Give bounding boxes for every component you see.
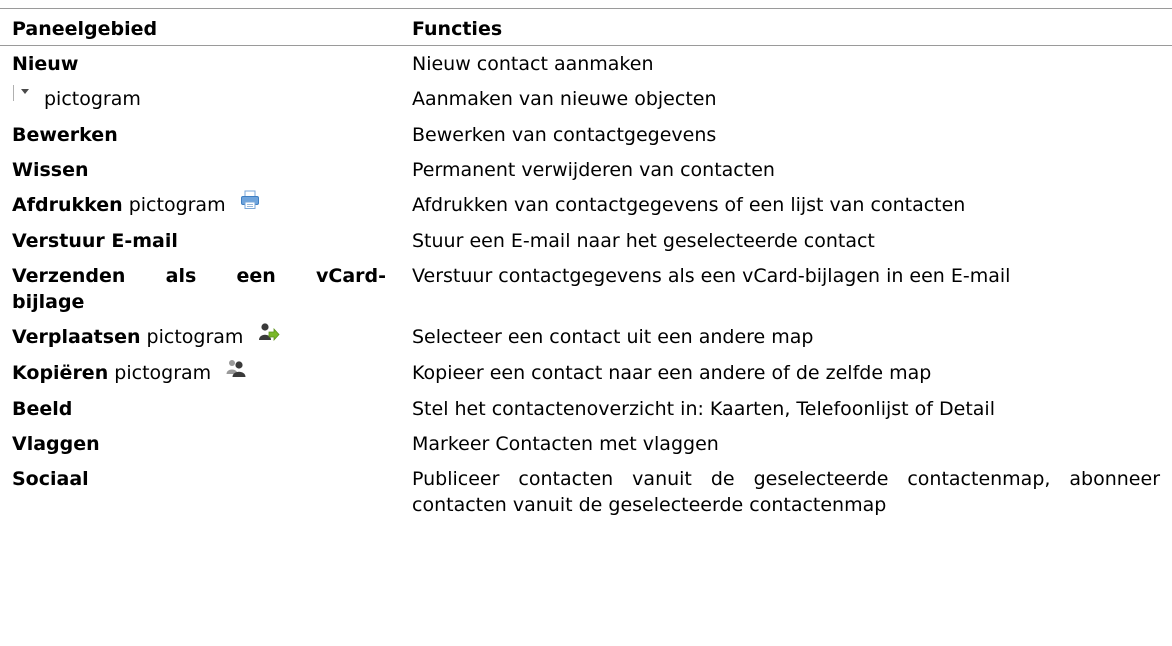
row-area-label-line2: bijlage [12,290,85,313]
row-area: Bewerken [0,117,400,152]
row-area: Verzenden als een vCard- bijlage [0,258,400,319]
table-row: Nieuw Nieuw contact aanmaken [0,45,1172,81]
table-row: Beeld Stel het contactenoverzicht in: Ka… [0,391,1172,426]
table-row: Kopiëren pictogram Kopieer een contact n… [0,355,1172,391]
table-row: Verstuur E-mail Stuur een E-mail naar he… [0,223,1172,258]
row-area: Verplaatsen pictogram [0,319,400,355]
table-row: pictogram Aanmaken van nieuwe objecten [0,81,1172,117]
row-area-label: Sociaal [12,467,89,490]
page: Paneelgebied Functies Nieuw Nieuw contac… [0,0,1172,646]
row-area: Nieuw [0,45,400,81]
row-function: Stuur een E-mail naar het geselecteerde … [412,229,875,252]
row-function: Kopieer een contact naar een andere of d… [412,361,932,384]
row-function: Verstuur contactgegevens als een vCard-b… [412,264,1011,287]
row-area-label: Vlaggen [12,432,100,455]
row-area-label: Bewerken [12,123,118,146]
row-area-label: Afdrukken [12,193,123,216]
row-function: Afdrukken van contactgegevens of een lij… [412,193,966,216]
row-area: pictogram [0,81,400,117]
row-area-suffix: pictogram [146,325,244,348]
row-area-label: Nieuw [12,52,79,75]
table-row: Sociaal Publiceer contacten vanuit de ge… [0,461,1172,522]
row-function: Permanent verwijderen van contacten [412,158,775,181]
table-row: Afdrukken pictogram Afdrukken van contac… [0,187,1172,223]
table-row: Verzenden als een vCard- bijlage Verstuu… [0,258,1172,319]
table-row: Wissen Permanent verwijderen van contact… [0,152,1172,187]
printer-icon [240,190,260,217]
row-area-label: Verplaatsen [12,325,141,348]
row-area-suffix: pictogram [114,361,212,384]
row-area: Vlaggen [0,426,400,461]
dropdown-arrow-icon [12,83,34,110]
table-row: Bewerken Bewerken van contactgegevens [0,117,1172,152]
functions-table: Paneelgebied Functies Nieuw Nieuw contac… [0,9,1172,522]
row-area: Sociaal [0,461,400,522]
row-function: Aanmaken van nieuwe objecten [412,87,717,110]
row-area-label: Beeld [12,397,73,420]
row-function: Markeer Contacten met vlaggen [412,432,719,455]
row-area-suffix: pictogram [128,193,226,216]
row-function: Stel het contactenoverzicht in: Kaarten,… [412,397,995,420]
row-area: Verstuur E-mail [0,223,400,258]
row-area-label-line1: Verzenden als een vCard- [12,264,386,287]
row-area: Afdrukken pictogram [0,187,400,223]
header-panel-area: Paneelgebied [12,18,158,40]
row-function: Selecteer een contact uit een andere map [412,325,814,348]
row-area: Wissen [0,152,400,187]
row-function: Nieuw contact aanmaken [412,52,654,75]
move-contact-icon [257,322,281,349]
row-function: Publiceer contacten vanuit de geselectee… [412,467,1160,516]
row-function: Bewerken van contactgegevens [412,123,717,146]
table-row: Vlaggen Markeer Contacten met vlaggen [0,426,1172,461]
row-area: Kopiëren pictogram [0,355,400,391]
row-area-label: Kopiëren [12,361,109,384]
copy-contact-icon [225,358,249,385]
header-functions: Functies [412,18,503,40]
row-area-suffix: pictogram [44,87,141,110]
row-area-label: Verstuur E-mail [12,229,178,252]
table-header-row: Paneelgebied Functies [0,9,1172,45]
table-row: Verplaatsen pictogram Selecteer een cont… [0,319,1172,355]
row-area-label: Wissen [12,158,89,181]
row-area: Beeld [0,391,400,426]
